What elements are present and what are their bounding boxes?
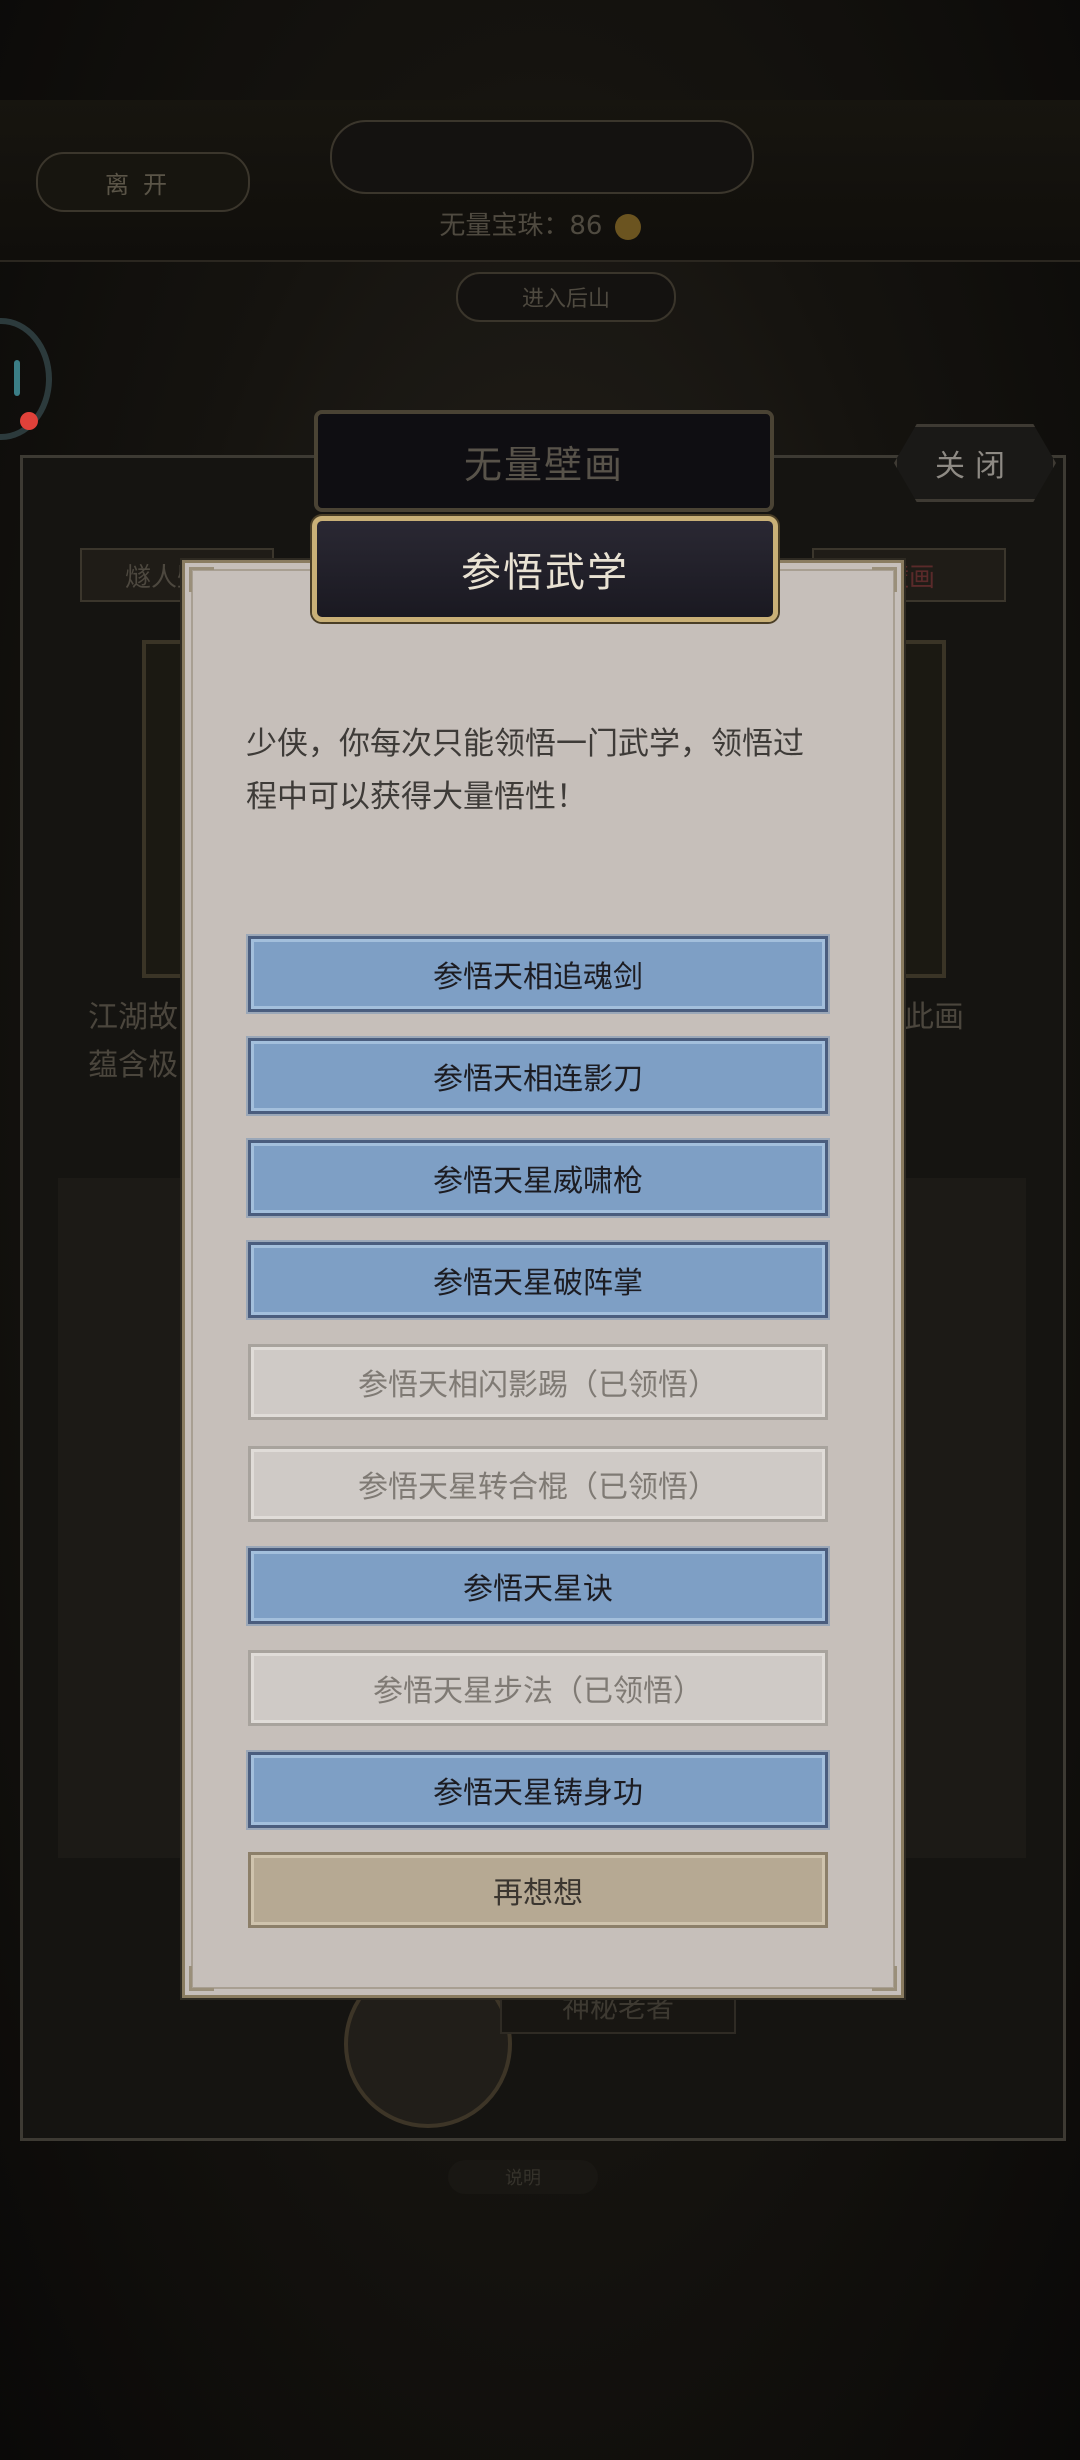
corner-ornament [189, 567, 214, 592]
option-button-5[interactable]: 参悟天相闪影踢（已领悟） [248, 1344, 828, 1420]
bg-desc-line-2: 蕴含极 [88, 1048, 178, 1083]
progress-arc [14, 360, 20, 396]
corner-ornament [872, 567, 897, 592]
close-button[interactable]: 关闭 [894, 424, 1056, 502]
bg-desc-right: 此画 [904, 1000, 964, 1035]
option-button-3[interactable]: 参悟天星威啸枪 [248, 1140, 828, 1216]
bg-desc-line-1: 江湖故 [88, 1000, 178, 1035]
leave-button[interactable]: 离开 [36, 152, 250, 212]
option-button-6[interactable]: 参悟天星转合棍（已领悟） [248, 1446, 828, 1522]
pearl-icon [614, 213, 641, 240]
dialog-intro-text: 少侠，你每次只能领悟一门武学，领悟过程中可以获得大量悟性！ [246, 726, 804, 815]
corner-ornament [872, 1966, 897, 1991]
option-button-4[interactable]: 参悟天星破阵掌 [248, 1242, 828, 1318]
option-button-2[interactable]: 参悟天相连影刀 [248, 1038, 828, 1114]
mural-title-banner: 无量壁画 [314, 410, 774, 512]
option-button-1[interactable]: 参悟天相追魂剑 [248, 936, 828, 1012]
pearl-count-text: 无量宝珠：86 [439, 211, 603, 241]
option-button-7[interactable]: 参悟天星诀 [248, 1548, 828, 1624]
enter-back-mountain-button[interactable]: 进入后山 [456, 272, 676, 322]
option-button-8[interactable]: 参悟天星步法（已领悟） [248, 1650, 828, 1726]
info-button[interactable]: 说明 [448, 2160, 598, 2194]
cancel-button[interactable]: 再想想 [248, 1852, 828, 1928]
corner-ornament [189, 1966, 214, 1991]
pearl-counter: 无量宝珠：86 [0, 205, 1080, 242]
dialog-title: 参悟武学 [312, 516, 778, 622]
option-button-9[interactable]: 参悟天星铸身功 [248, 1752, 828, 1828]
notification-dot [20, 412, 38, 430]
top-title-banner [330, 120, 754, 194]
